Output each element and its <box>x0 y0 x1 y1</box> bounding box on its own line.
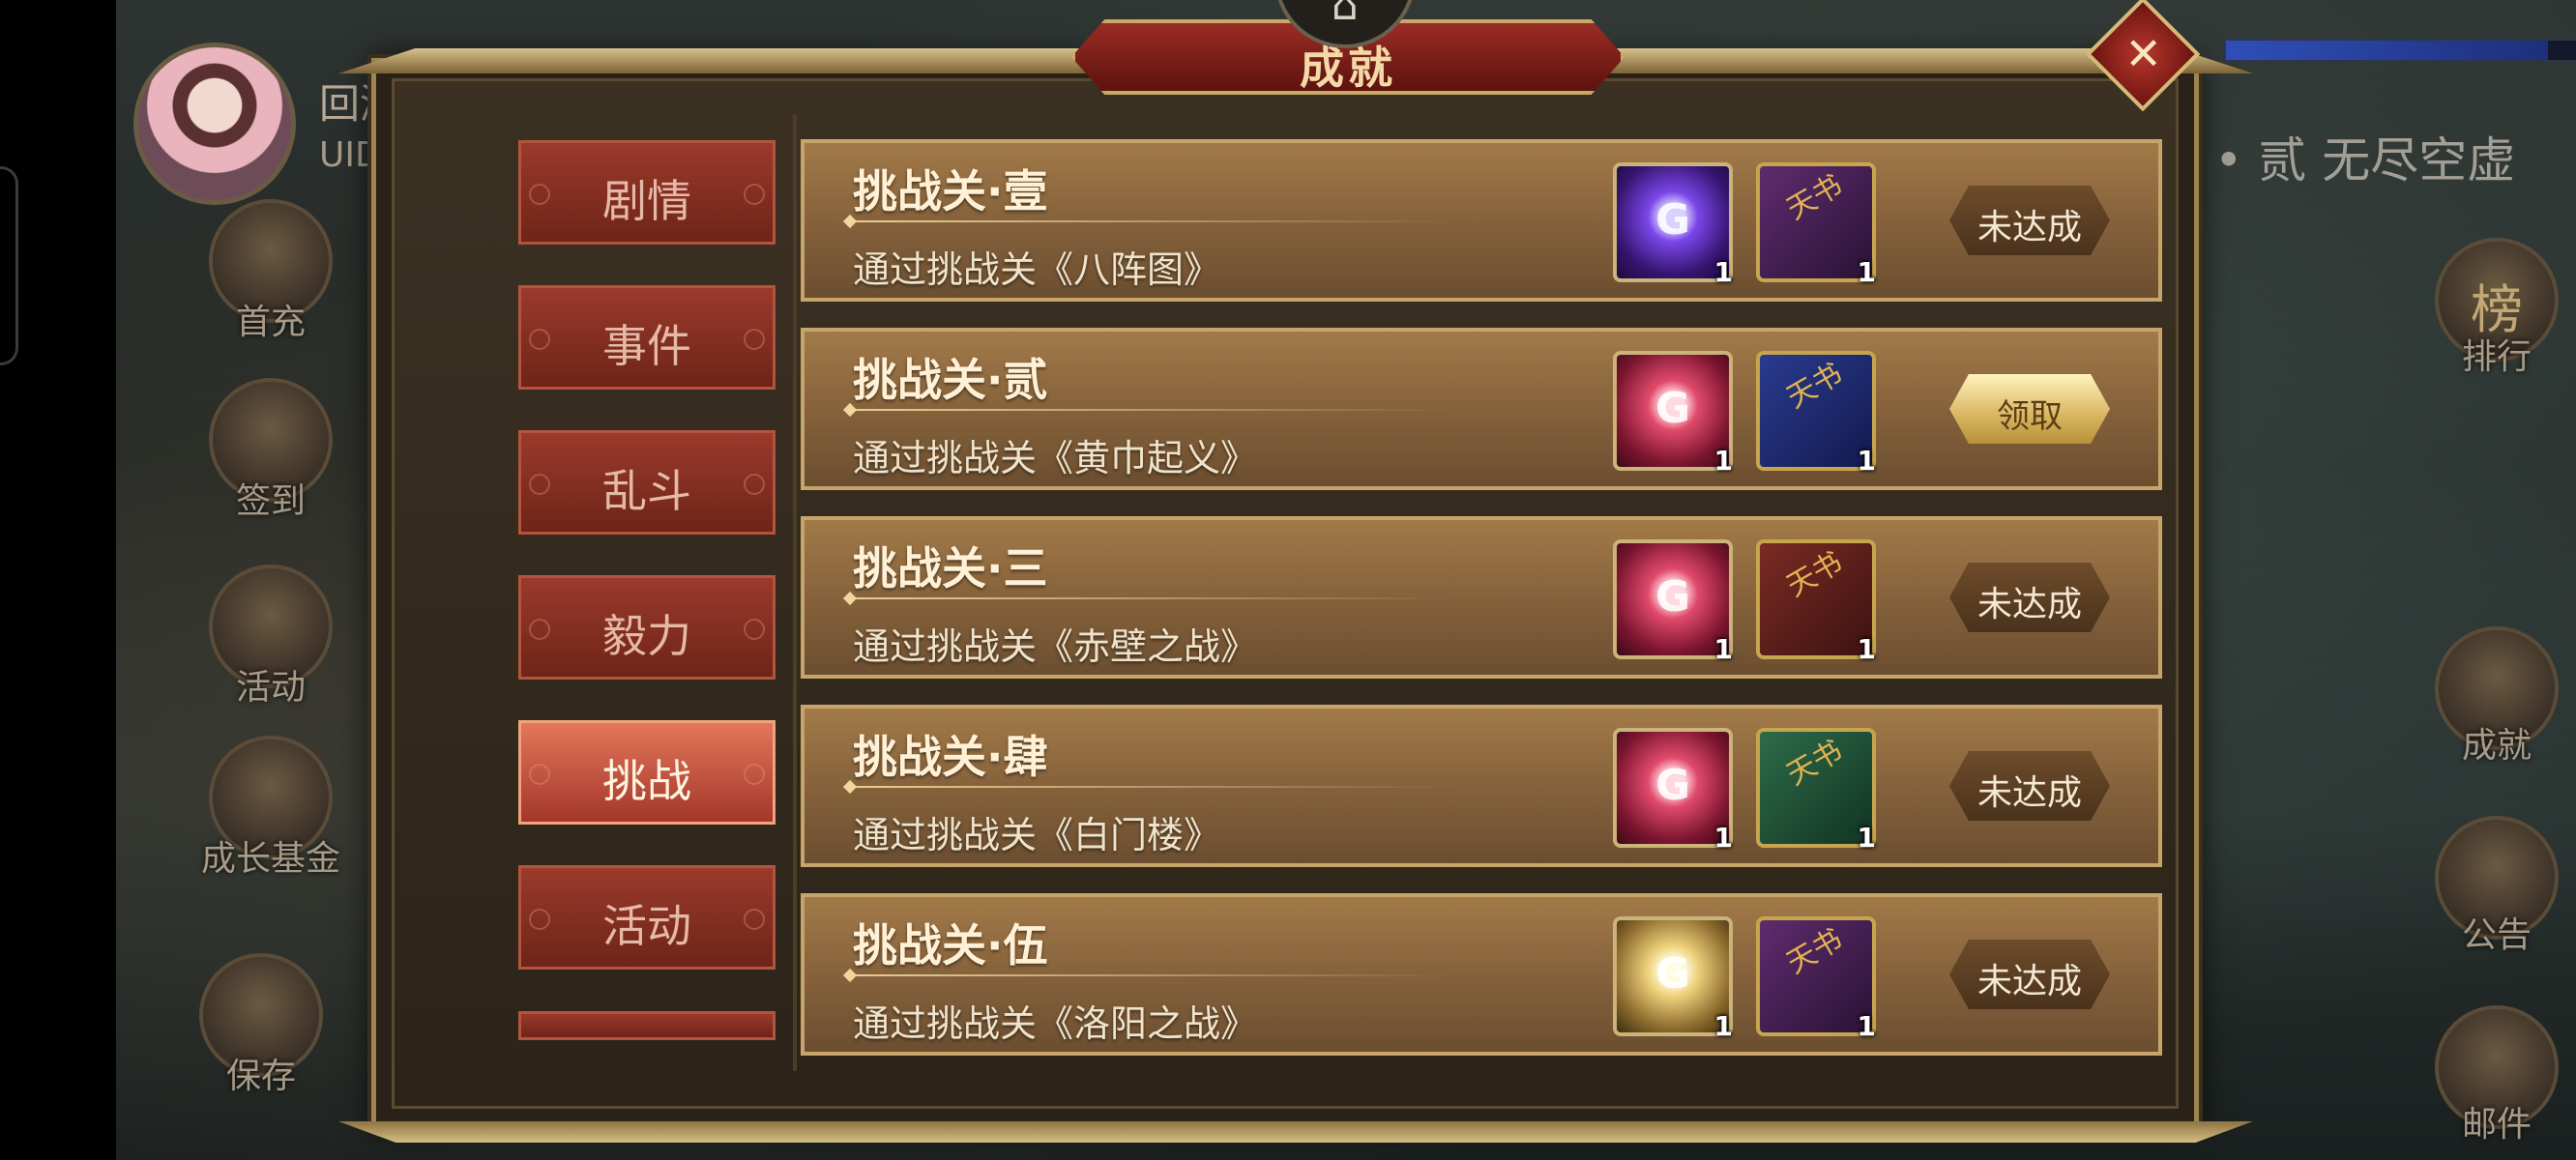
reward-glyph: 天书 <box>1781 168 1849 227</box>
device-notch-indicator <box>0 166 18 365</box>
side-button-label: 保存 <box>225 1057 296 1096</box>
tab-2[interactable]: 乱斗 <box>518 430 776 535</box>
reward-glyph: G <box>1654 761 1691 810</box>
reward-glyph: G <box>1654 195 1691 245</box>
side-button-label: 成长基金 <box>200 839 340 879</box>
side-button-label: 邮件 <box>2461 1105 2532 1145</box>
tab-partial-hidden[interactable] <box>518 1011 776 1040</box>
reward-book-icon[interactable]: 天书 1 <box>1756 539 1876 665</box>
reward-gem-icon[interactable]: G1 <box>1613 916 1733 1042</box>
status-label: 领取 <box>1997 397 2063 436</box>
progress-bar <box>2224 39 2576 62</box>
achievement-row: 挑战关·三 通过挑战关《赤壁之战》 G 1 天书 1 未达成 <box>801 516 2162 679</box>
player-avatar[interactable] <box>133 43 296 205</box>
reward-count: 1 <box>1857 822 1876 854</box>
tab-0[interactable]: 剧情 <box>518 140 776 245</box>
stage-title: • 贰 无尽空虚 <box>2214 132 2516 188</box>
status-not-achieved: 未达成 <box>1949 186 2110 255</box>
tab-label: 剧情 <box>602 175 691 227</box>
reward-count: 1 <box>1713 1010 1733 1042</box>
screen-left-edge <box>0 0 116 1160</box>
title-underline <box>849 974 1449 976</box>
reward-book-icon[interactable]: 天书 1 <box>1756 162 1876 288</box>
reward-book-icon[interactable]: 天书 1 <box>1756 728 1876 854</box>
reward-count: 1 <box>1857 633 1876 665</box>
tab-5[interactable]: 活动 <box>518 865 776 970</box>
title-underline <box>849 409 1449 411</box>
achievement-row: 挑战关·壹 通过挑战关《八阵图》 G 1 天书 1 未达成 <box>801 139 2162 302</box>
tab-4[interactable]: 挑战 <box>518 720 776 825</box>
reward-glyph: 天书 <box>1781 922 1849 981</box>
status-label: 未达成 <box>1976 585 2082 624</box>
achievement-description: 通过挑战关《八阵图》 <box>853 248 1221 291</box>
side-button-label: 成就 <box>2461 726 2532 766</box>
reward-book-icon[interactable]: 天书 1 <box>1756 351 1876 477</box>
status-not-achieved: 未达成 <box>1949 751 2110 821</box>
reward-gem-icon[interactable]: G1 <box>1613 728 1733 854</box>
side-button-label: 活动 <box>235 668 306 708</box>
achievement-title: 挑战关·三 <box>853 542 1048 594</box>
title-underline <box>849 597 1449 599</box>
reward-glyph: 天书 <box>1781 734 1849 793</box>
tab-3[interactable]: 毅力 <box>518 575 776 680</box>
close-icon[interactable]: ✕ <box>2107 27 2181 79</box>
list-divider <box>793 114 797 1071</box>
tab-1[interactable]: 事件 <box>518 285 776 390</box>
reward-count: 1 <box>1713 822 1733 854</box>
reward-glyph: G <box>1654 384 1691 433</box>
achievement-description: 通过挑战关《白门楼》 <box>853 814 1221 856</box>
reward-glyph: G <box>1654 949 1691 999</box>
status-label: 未达成 <box>1976 208 2082 247</box>
side-button-label: 签到 <box>235 481 306 521</box>
reward-gem-icon[interactable]: G1 <box>1613 351 1733 477</box>
achievement-description: 通过挑战关《黄巾起义》 <box>853 437 1258 479</box>
status-not-achieved: 未达成 <box>1949 563 2110 632</box>
achievement-title: 挑战关·壹 <box>853 165 1048 218</box>
reward-gem-icon[interactable]: G1 <box>1613 162 1733 288</box>
tab-label: 毅力 <box>602 610 691 662</box>
reward-glyph: 天书 <box>1781 545 1849 604</box>
achievement-row: 挑战关·肆 通过挑战关《白门楼》 G 1 天书 1 未达成 <box>801 705 2162 867</box>
reward-glyph: 天书 <box>1781 357 1849 416</box>
side-button-label: 首充 <box>235 303 306 342</box>
progress-bar-fill <box>2226 41 2548 60</box>
achievement-title: 挑战关·肆 <box>853 731 1048 783</box>
tab-label: 挑战 <box>602 755 691 807</box>
status-label: 未达成 <box>1976 962 2082 1001</box>
reward-count: 1 <box>1713 256 1733 288</box>
reward-glyph: G <box>1654 572 1691 622</box>
claim-button[interactable]: 领取 <box>1949 374 2110 444</box>
achievement-title: 挑战关·贰 <box>853 354 1048 406</box>
achievement-row: 挑战关·贰 通过挑战关《黄巾起义》 G 1 天书 1 领取 <box>801 328 2162 490</box>
reward-count: 1 <box>1857 256 1876 288</box>
achievement-description: 通过挑战关《洛阳之战》 <box>853 1002 1258 1045</box>
title-underline <box>849 786 1449 788</box>
status-label: 未达成 <box>1976 773 2082 813</box>
reward-count: 1 <box>1713 445 1733 477</box>
status-not-achieved: 未达成 <box>1949 940 2110 1009</box>
title-underline <box>849 220 1449 222</box>
achievement-description: 通过挑战关《赤壁之战》 <box>853 625 1258 668</box>
side-button-label: 公告 <box>2461 915 2532 955</box>
achievement-row: 挑战关·伍 通过挑战关《洛阳之战》 G 1 天书 1 未达成 <box>801 893 2162 1056</box>
achievement-title: 挑战关·伍 <box>853 919 1048 972</box>
reward-gem-icon[interactable]: G1 <box>1613 539 1733 665</box>
side-button-label: 排行 <box>2461 337 2532 377</box>
reward-count: 1 <box>1857 445 1876 477</box>
reward-count: 1 <box>1857 1010 1876 1042</box>
reward-count: 1 <box>1713 633 1733 665</box>
dialog-bottom-trim <box>338 1121 2253 1143</box>
reward-book-icon[interactable]: 天书 1 <box>1756 916 1876 1042</box>
tab-label: 活动 <box>602 900 691 952</box>
tab-label: 事件 <box>602 320 691 372</box>
tab-label: 乱斗 <box>602 465 691 517</box>
